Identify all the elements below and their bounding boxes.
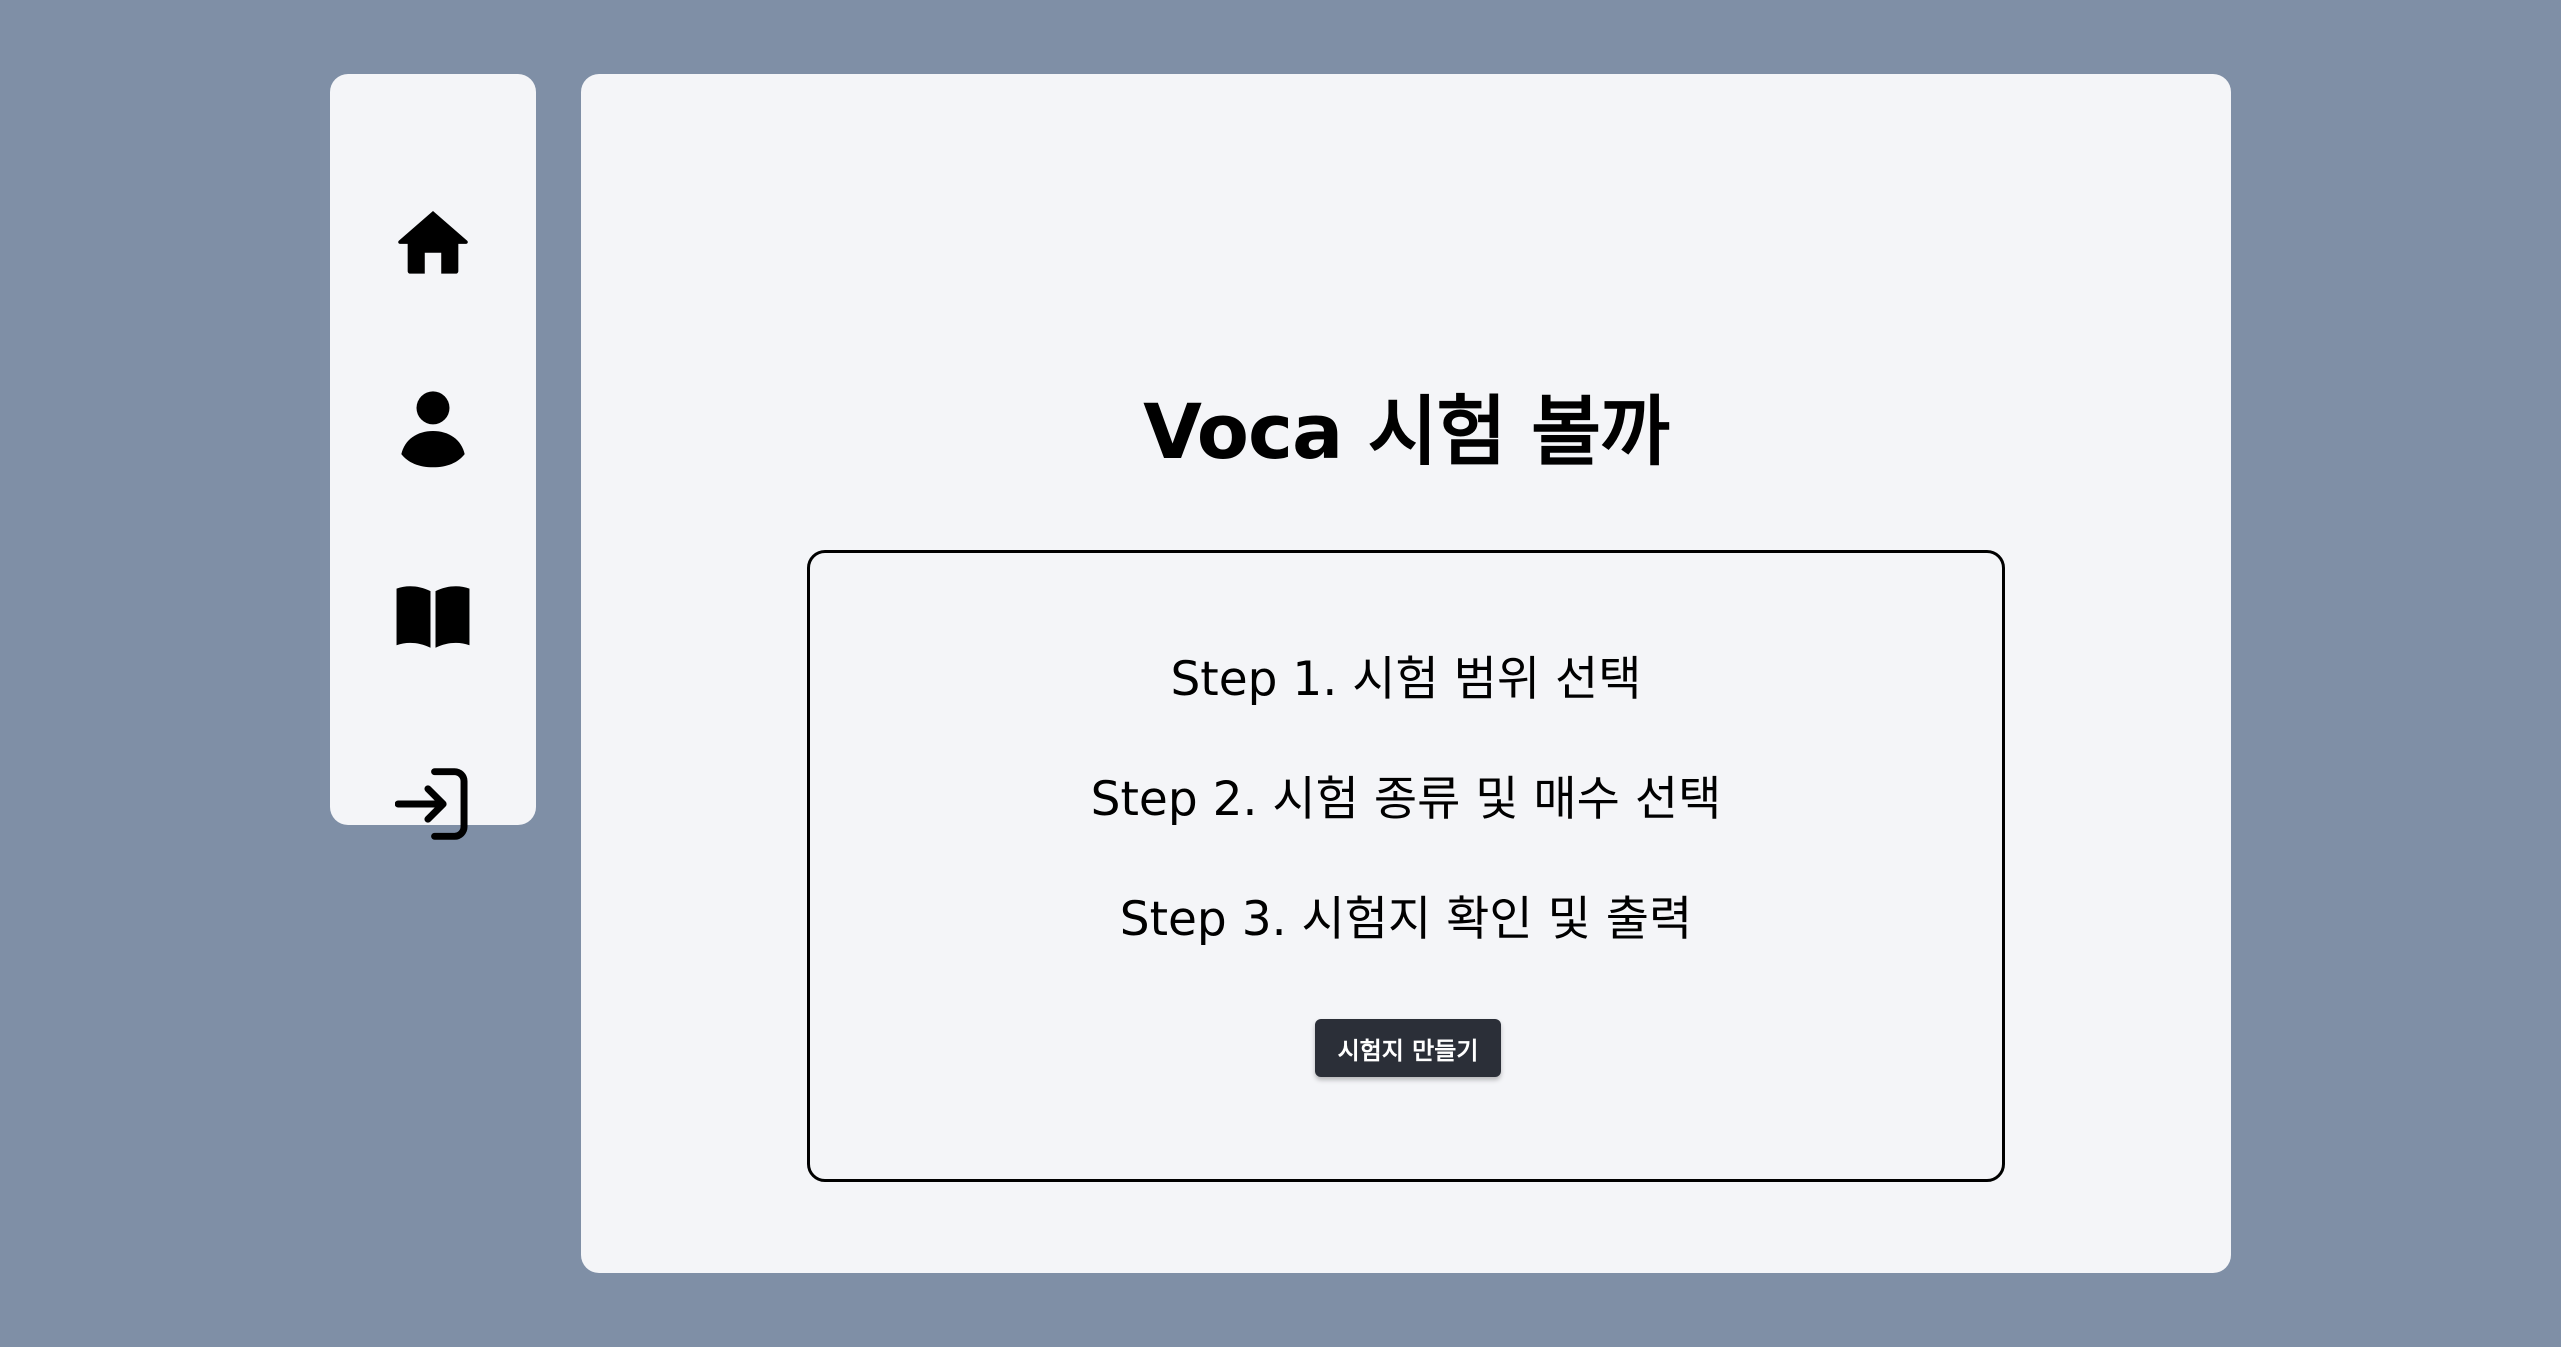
main-panel: Voca 시험 볼까 Step 1. 시험 범위 선택 Step 2. 시험 종…	[581, 74, 2231, 1273]
sidebar-item-vocabulary[interactable]	[330, 556, 536, 676]
step-1-text: Step 1. 시험 범위 선택	[1170, 652, 1642, 707]
steps-card: Step 1. 시험 범위 선택 Step 2. 시험 종류 및 매수 선택 S…	[807, 550, 2005, 1182]
page-title: Voca 시험 볼까	[1143, 387, 1670, 476]
make-test-button[interactable]: 시험지 만들기	[1315, 1019, 1501, 1077]
sidebar-item-home[interactable]	[330, 182, 536, 302]
sidebar-item-profile[interactable]	[330, 369, 536, 489]
book-icon	[396, 586, 470, 648]
login-icon	[395, 768, 468, 840]
sidebar-item-login[interactable]	[330, 744, 536, 864]
step-2-text: Step 2. 시험 종류 및 매수 선택	[1090, 772, 1722, 827]
user-icon	[401, 391, 465, 468]
sidebar	[330, 74, 536, 840]
step-3-text: Step 3. 시험지 확인 및 출력	[1119, 892, 1693, 947]
home-icon	[398, 210, 468, 274]
